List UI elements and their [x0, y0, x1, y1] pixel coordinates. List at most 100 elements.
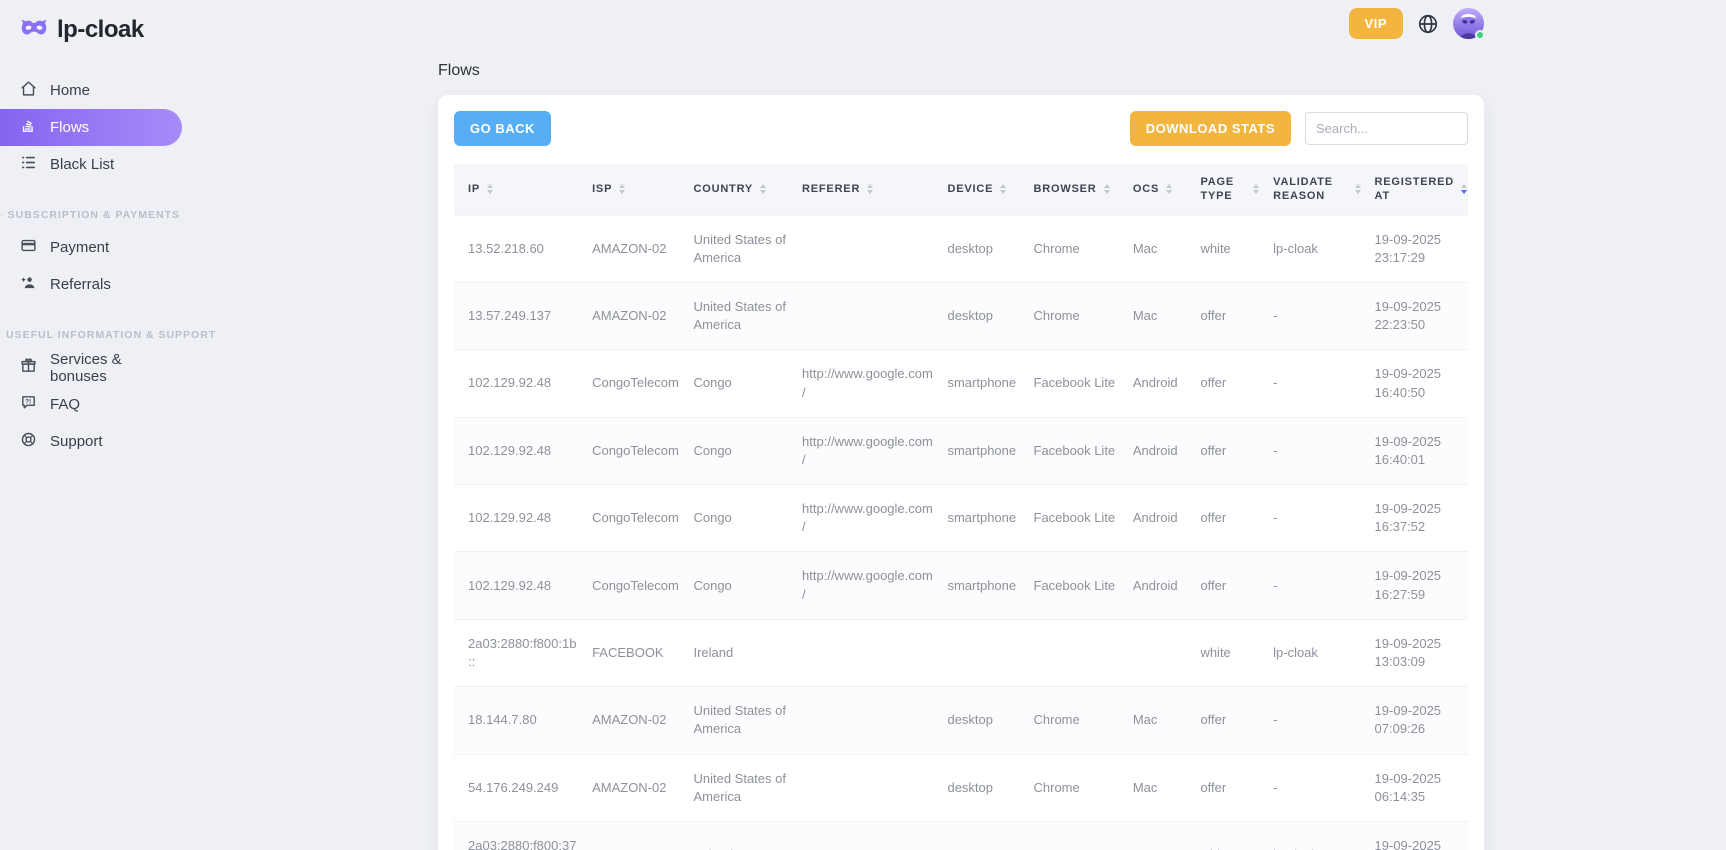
cell-device: smartphone	[939, 417, 1025, 484]
brand-logo[interactable]: lp-cloak	[0, 0, 200, 44]
cell-ip: 13.57.249.137	[454, 282, 584, 349]
cell-referer	[794, 821, 939, 850]
column-header-page-type[interactable]: PAGE TYPE	[1192, 164, 1265, 215]
cell-country: United States of America	[685, 687, 794, 754]
column-header-registered-at[interactable]: REGISTERED AT	[1367, 164, 1468, 215]
sidebar-item-flows[interactable]: Flows	[0, 109, 182, 146]
cell-browser: Chrome	[1026, 282, 1125, 349]
column-header-browser[interactable]: BROWSER	[1026, 164, 1125, 215]
cell-country: Congo	[685, 350, 794, 417]
cell-country: Congo	[685, 417, 794, 484]
mask-logo-icon	[20, 18, 48, 42]
cell-ip: 18.144.7.80	[454, 687, 584, 754]
sidebar: lp-cloak Home Flows Black List SUBSCRIPT…	[0, 0, 200, 850]
cell-referer	[794, 687, 939, 754]
column-header-isp[interactable]: ISP	[584, 164, 685, 215]
column-label: COUNTRY	[693, 182, 753, 196]
cell-registered-at: 19-09-2025 22:23:50	[1367, 282, 1468, 349]
cell-device: desktop	[939, 754, 1025, 821]
cell-registered-at: 19-09-2025 13:03:09	[1367, 619, 1468, 686]
cell-isp: CongoTelecom	[584, 350, 685, 417]
cell-device: desktop	[939, 215, 1025, 282]
cell-registered-at: 19-09-2025 07:09:26	[1367, 687, 1468, 754]
column-header-ip[interactable]: IP	[454, 164, 584, 215]
sidebar-item-services-bonuses[interactable]: Services & bonuses	[0, 349, 182, 386]
cell-browser: Facebook Lite	[1026, 485, 1125, 552]
sidebar-item-referrals[interactable]: Referrals	[0, 266, 182, 303]
cell-registered-at: 19-09-2025 16:40:50	[1367, 350, 1468, 417]
cell-page-type: offer	[1192, 552, 1265, 619]
cell-registered-at: 19-09-2025 16:37:52	[1367, 485, 1468, 552]
cell-validate-reason: lp-cloak	[1265, 821, 1366, 850]
table-row: 18.144.7.80AMAZON-02United States of Ame…	[454, 687, 1468, 754]
cell-page-type: offer	[1192, 350, 1265, 417]
cell-country: Ireland	[685, 821, 794, 850]
cell-validate-reason: -	[1265, 485, 1366, 552]
cell-referer: http://www.google.com/	[794, 350, 939, 417]
search-input[interactable]	[1305, 112, 1468, 145]
sidebar-item-label: Services & bonuses	[50, 351, 182, 385]
cell-ocs: Mac	[1125, 215, 1193, 282]
cell-ocs: Android	[1125, 552, 1193, 619]
cell-registered-at: 19-09-2025 16:40:01	[1367, 417, 1468, 484]
cell-isp: AMAZON-02	[584, 754, 685, 821]
sidebar-item-support[interactable]: Support	[0, 423, 182, 460]
sidebar-nav: Home Flows Black List SUBSCRIPTION & PAY…	[0, 72, 200, 460]
toolbar-right: DOWNLOAD STATS	[1130, 111, 1468, 146]
cell-isp: AMAZON-02	[584, 687, 685, 754]
cell-ip: 2a03:2880:f800:37::	[454, 821, 584, 850]
column-header-ocs[interactable]: OCS	[1125, 164, 1193, 215]
column-label: OCS	[1133, 182, 1159, 196]
cell-referer: http://www.google.com/	[794, 485, 939, 552]
sidebar-item-payment[interactable]: Payment	[0, 229, 182, 266]
column-header-device[interactable]: DEVICE	[939, 164, 1025, 215]
cell-device	[939, 821, 1025, 850]
cell-validate-reason: -	[1265, 282, 1366, 349]
cell-ocs: Android	[1125, 485, 1193, 552]
column-header-validate-reason[interactable]: VALIDATE REASON	[1265, 164, 1366, 215]
support-icon	[20, 431, 37, 452]
cell-browser: Facebook Lite	[1026, 417, 1125, 484]
main-content: Flows GO BACK DOWNLOAD STATS IPISPCOUNTR…	[438, 0, 1484, 850]
table-row: 102.129.92.48CongoTelecomCongohttp://www…	[454, 552, 1468, 619]
card-toolbar: GO BACK DOWNLOAD STATS	[454, 111, 1468, 146]
cell-validate-reason: lp-cloak	[1265, 619, 1366, 686]
sidebar-item-label: Referrals	[50, 276, 111, 293]
app-root: lp-cloak Home Flows Black List SUBSCRIPT…	[0, 0, 1726, 850]
cell-ocs: Mac	[1125, 687, 1193, 754]
blacklist-icon	[20, 154, 37, 175]
cell-registered-at: 19-09-2025 23:17:29	[1367, 215, 1468, 282]
cell-country: Congo	[685, 485, 794, 552]
cell-ocs	[1125, 821, 1193, 850]
table-row: 102.129.92.48CongoTelecomCongohttp://www…	[454, 350, 1468, 417]
home-icon	[20, 80, 37, 101]
cell-page-type: offer	[1192, 754, 1265, 821]
cell-isp: FACEBOOK	[584, 821, 685, 850]
sidebar-item-home[interactable]: Home	[0, 72, 182, 109]
sidebar-section-title: SUBSCRIPTION & PAYMENTS	[0, 209, 200, 221]
cell-browser	[1026, 619, 1125, 686]
cell-device	[939, 619, 1025, 686]
column-header-referer[interactable]: REFERER	[794, 164, 939, 215]
sidebar-item-black-list[interactable]: Black List	[0, 146, 182, 183]
cell-ocs: Mac	[1125, 754, 1193, 821]
referrals-icon	[20, 274, 37, 295]
cell-page-type: offer	[1192, 417, 1265, 484]
cell-ip: 102.129.92.48	[454, 485, 584, 552]
column-header-country[interactable]: COUNTRY	[685, 164, 794, 215]
sidebar-item-faq[interactable]: ?! FAQ	[0, 386, 182, 423]
cell-validate-reason: -	[1265, 350, 1366, 417]
cell-isp: CongoTelecom	[584, 417, 685, 484]
cell-isp: AMAZON-02	[584, 282, 685, 349]
go-back-button[interactable]: GO BACK	[454, 111, 551, 146]
cell-country: United States of America	[685, 282, 794, 349]
cell-browser: Chrome	[1026, 754, 1125, 821]
cell-ip: 102.129.92.48	[454, 417, 584, 484]
flows-card: GO BACK DOWNLOAD STATS IPISP COUNTRY REFER…	[438, 95, 1484, 850]
sort-icon	[1461, 184, 1467, 194]
cell-referer	[794, 754, 939, 821]
cell-ip: 2a03:2880:f800:1b::	[454, 619, 584, 686]
download-stats-button[interactable]: DOWNLOAD STATS	[1130, 111, 1291, 146]
flows-icon	[20, 117, 37, 138]
cell-isp: CongoTelecom	[584, 485, 685, 552]
